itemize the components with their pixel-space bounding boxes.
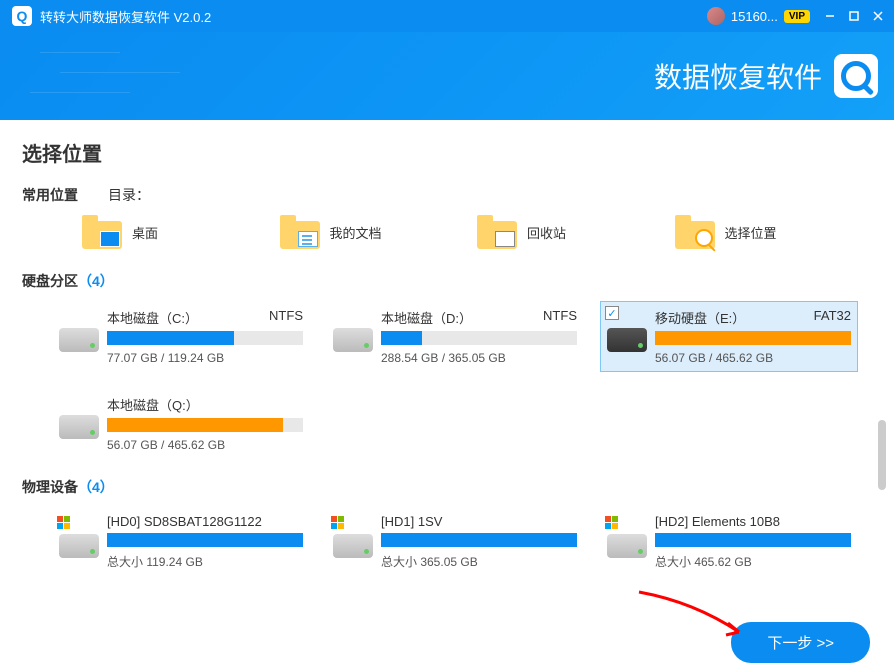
usage-bar [107, 533, 303, 547]
brand-icon [834, 54, 878, 98]
folder-icon [477, 215, 517, 249]
physical-item-1[interactable]: [HD1] 1SV 总大小 365.05 GB [326, 507, 584, 577]
common-item-3[interactable]: 选择位置 [675, 215, 873, 249]
usage-bar [381, 533, 577, 547]
app-icon: Q [12, 6, 32, 26]
physical-name: [HD0] SD8SBAT128G1122 [107, 514, 262, 529]
partition-name: 本地磁盘（D:） [381, 308, 472, 327]
partition-size: 56.07 GB / 465.62 GB [107, 438, 303, 452]
minimize-button[interactable] [818, 4, 842, 28]
user-area[interactable]: 15160... VIP [707, 7, 810, 25]
usage-bar [655, 533, 851, 547]
avatar [707, 7, 725, 25]
close-button[interactable] [866, 4, 890, 28]
next-button[interactable]: 下一步 >> [731, 622, 870, 663]
common-item-label: 我的文档 [330, 223, 382, 242]
folder-icon [82, 215, 122, 249]
username: 15160... [731, 9, 778, 24]
usage-bar [107, 418, 303, 432]
partition-size: 288.54 GB / 365.05 GB [381, 351, 577, 365]
partition-size: 77.07 GB / 119.24 GB [107, 351, 303, 365]
partition-fs: NTFS [269, 308, 303, 327]
header-banner: 数据恢复软件 [0, 32, 894, 120]
partitions-section-title: 硬盘分区（4） [22, 271, 114, 291]
drive-icon [607, 312, 647, 352]
physical-item-2[interactable]: [HD2] Elements 10B8 总大小 465.62 GB [600, 507, 858, 577]
decorative-circuit [0, 32, 447, 120]
app-title: 转转大师数据恢复软件 V2.0.2 [40, 7, 707, 26]
maximize-button[interactable] [842, 4, 866, 28]
partition-item-3[interactable]: ✓本地磁盘（Q:）56.07 GB / 465.62 GB [52, 388, 310, 459]
common-item-0[interactable]: 桌面 [82, 215, 280, 249]
drive-icon [59, 312, 99, 352]
usage-bar [655, 331, 851, 345]
physical-section-title: 物理设备（4） [22, 477, 114, 497]
common-item-label: 桌面 [132, 223, 158, 242]
physical-size: 总大小 465.62 GB [655, 553, 851, 570]
common-section-header: 常用位置 目录： [22, 185, 872, 205]
content-area: 选择位置 常用位置 目录： 桌面我的文档回收站选择位置 硬盘分区（4） ✓本地磁… [0, 120, 894, 612]
titlebar[interactable]: Q 转转大师数据恢复软件 V2.0.2 15160... VIP [0, 0, 894, 32]
partition-item-1[interactable]: ✓本地磁盘（D:）NTFS288.54 GB / 365.05 GB [326, 301, 584, 372]
partition-item-0[interactable]: ✓本地磁盘（C:）NTFS77.07 GB / 119.24 GB [52, 301, 310, 372]
partitions-section-header: 硬盘分区（4） [22, 271, 872, 291]
partition-item-2[interactable]: ✓移动硬盘（E:）FAT3256.07 GB / 465.62 GB [600, 301, 858, 372]
physical-section-header: 物理设备（4） [22, 477, 872, 497]
common-item-label: 选择位置 [725, 223, 777, 242]
common-item-label: 回收站 [527, 223, 566, 242]
page-title: 选择位置 [22, 138, 872, 167]
partition-name: 本地磁盘（Q:） [107, 395, 199, 414]
drive-icon [333, 312, 373, 352]
physical-drive-icon [333, 518, 373, 558]
physical-item-0[interactable]: [HD0] SD8SBAT128G1122 总大小 119.24 GB [52, 507, 310, 577]
drive-icon [59, 399, 99, 439]
common-section-title: 常用位置 [22, 185, 78, 205]
partition-name: 移动硬盘（E:） [655, 308, 745, 327]
physical-name: [HD1] 1SV [381, 514, 442, 529]
physical-drive-icon [607, 518, 647, 558]
common-locations-row: 桌面 我的文档 回收站 选择位置 [22, 215, 872, 249]
app-window: Q 转转大师数据恢复软件 V2.0.2 15160... VIP 数据恢复软件 … [0, 0, 894, 672]
partitions-grid: ✓本地磁盘（C:）NTFS77.07 GB / 119.24 GB✓本地磁盘（D… [22, 301, 872, 459]
folder-icon [280, 215, 320, 249]
physical-name: [HD2] Elements 10B8 [655, 514, 780, 529]
usage-bar [107, 331, 303, 345]
footer: 下一步 >> [0, 612, 894, 672]
folder-icon [675, 215, 715, 249]
physical-size: 总大小 119.24 GB [107, 553, 303, 570]
brand-text: 数据恢复软件 [654, 56, 822, 96]
partition-fs: FAT32 [814, 308, 851, 327]
common-item-1[interactable]: 我的文档 [280, 215, 478, 249]
dir-label: 目录： [108, 185, 150, 205]
common-item-2[interactable]: 回收站 [477, 215, 675, 249]
usage-bar [381, 331, 577, 345]
partition-name: 本地磁盘（C:） [107, 308, 198, 327]
physical-grid: [HD0] SD8SBAT128G1122 总大小 119.24 GB [HD1] … [22, 507, 872, 577]
vip-badge: VIP [784, 10, 810, 23]
partition-fs: NTFS [543, 308, 577, 327]
partition-size: 56.07 GB / 465.62 GB [655, 351, 851, 365]
partitions-scrollbar[interactable] [878, 420, 886, 490]
physical-size: 总大小 365.05 GB [381, 553, 577, 570]
physical-drive-icon [59, 518, 99, 558]
